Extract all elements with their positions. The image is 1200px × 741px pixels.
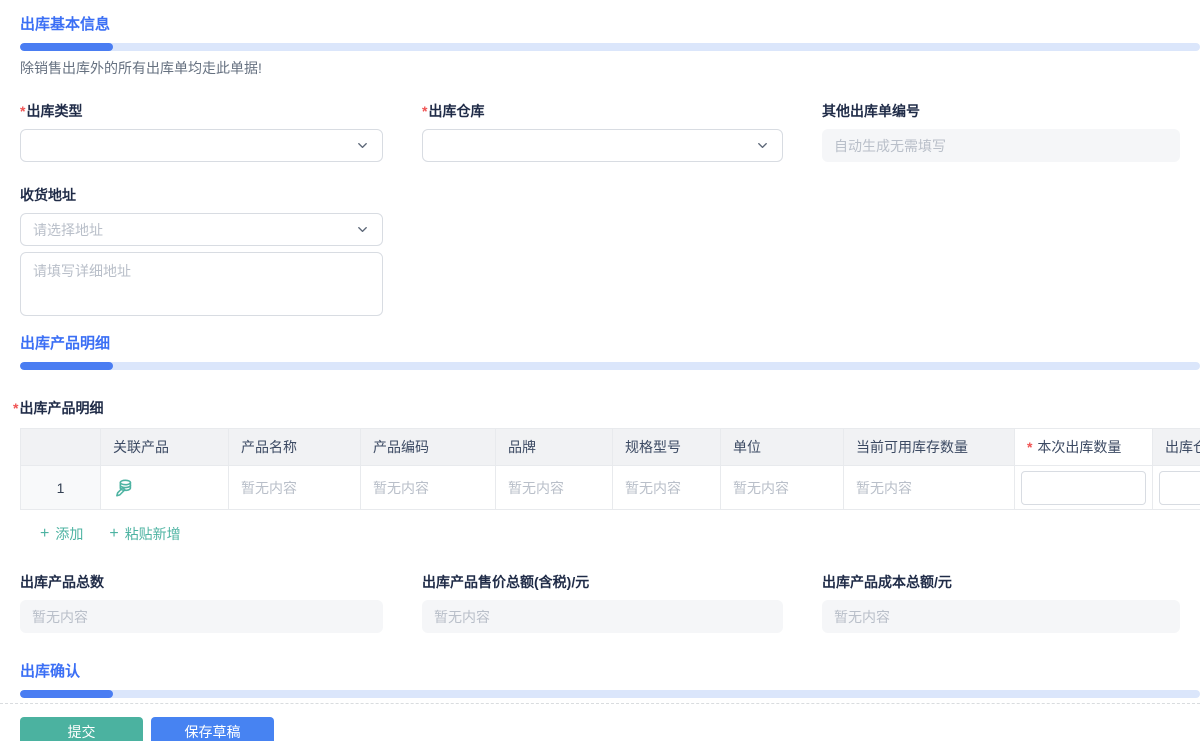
col-spec-model: 规格型号 — [612, 428, 721, 466]
col-outbound-bin: 出库仓位 — [1152, 428, 1200, 466]
outbound-type-select[interactable] — [20, 129, 383, 162]
spec-model-cell: 暂无内容 — [612, 465, 721, 510]
total-qty-label: 出库产品总数 — [20, 574, 104, 590]
unit-cell: 暂无内容 — [720, 465, 844, 510]
warehouse-select[interactable] — [422, 129, 783, 162]
required-asterisk: * — [422, 103, 428, 119]
warehouse-label: *出库仓库 — [422, 103, 485, 119]
total-price-input: 暂无内容 — [422, 600, 783, 633]
chevron-down-icon — [755, 138, 770, 153]
submit-button[interactable]: 提交 — [20, 717, 143, 741]
paste-add-button[interactable]: + 粘贴新增 — [109, 524, 180, 544]
detail-table-label: *出库产品明细 — [13, 400, 104, 416]
address-select-placeholder: 请选择地址 — [33, 221, 103, 238]
progress-fill — [20, 362, 113, 370]
product-detail-table: 关联产品 产品名称 产品编码 品牌 规格型号 单位 当前可用库存数量 * 本次出… — [20, 428, 1200, 510]
save-draft-button[interactable]: 保存草稿 — [151, 717, 274, 741]
outbound-qty-input[interactable] — [1021, 470, 1146, 505]
total-qty-input: 暂无内容 — [20, 600, 383, 633]
col-available-stock: 当前可用库存数量 — [843, 428, 1015, 466]
table-header-row: 关联产品 产品名称 产品编码 品牌 规格型号 单位 当前可用库存数量 * 本次出… — [20, 428, 1200, 466]
plus-icon: + — [109, 525, 119, 542]
col-linked-product: 关联产品 — [100, 428, 229, 466]
basic-hint-text: 除销售出库外的所有出库单均走此单据! — [20, 60, 262, 76]
required-asterisk: * — [1027, 439, 1033, 455]
chevron-down-icon — [355, 222, 370, 237]
product-code-cell: 暂无内容 — [360, 465, 496, 510]
total-price-label: 出库产品售价总额(含税)/元 — [422, 574, 590, 590]
footer-action-bar: 提交 保存草稿 — [0, 704, 1200, 741]
col-brand: 品牌 — [495, 428, 613, 466]
field-total-cost: 出库产品成本总额/元 暂无内容 — [822, 572, 1180, 633]
linked-product-cell — [100, 465, 229, 510]
section-title-confirm: 出库确认 — [20, 663, 81, 680]
table-row: 1 暂无内容 暂无内容 暂无内容 暂无内容 暂无内容 暂无内容 — [20, 465, 1200, 510]
section-progress-confirm — [20, 690, 1200, 698]
field-other-order-no: 其他出库单编号 自动生成无需填写 — [822, 101, 1180, 162]
field-outbound-type: *出库类型 — [20, 101, 383, 162]
address-label: 收货地址 — [20, 187, 76, 203]
field-address: 收货地址 请选择地址 请填写详细地址 — [20, 185, 383, 316]
progress-fill — [20, 43, 113, 51]
outbound-form-page: 出库基本信息 除销售出库外的所有出库单均走此单据! *出库类型 *出库仓库 其他… — [0, 0, 1200, 741]
address-detail-textarea[interactable]: 请填写详细地址 — [20, 252, 383, 316]
product-name-cell: 暂无内容 — [228, 465, 361, 510]
address-select[interactable]: 请选择地址 — [20, 213, 383, 246]
col-index — [20, 428, 101, 466]
section-progress-basic — [20, 43, 1200, 51]
other-order-no-label: 其他出库单编号 — [822, 103, 920, 119]
col-outbound-qty: * 本次出库数量 — [1014, 428, 1153, 466]
chevron-down-icon — [355, 138, 370, 153]
add-row-button[interactable]: + 添加 — [40, 524, 83, 544]
outbound-bin-input[interactable] — [1159, 470, 1200, 505]
available-stock-cell: 暂无内容 — [843, 465, 1015, 510]
brand-cell: 暂无内容 — [495, 465, 613, 510]
select-product-icon[interactable] — [113, 477, 135, 499]
row-index: 1 — [20, 465, 101, 510]
col-product-code: 产品编码 — [360, 428, 496, 466]
outbound-qty-cell — [1014, 465, 1153, 510]
col-product-name: 产品名称 — [228, 428, 361, 466]
section-title-basic: 出库基本信息 — [20, 16, 111, 33]
required-asterisk: * — [13, 400, 19, 416]
progress-fill — [20, 690, 113, 698]
field-total-price: 出库产品售价总额(含税)/元 暂无内容 — [422, 572, 783, 633]
col-unit: 单位 — [720, 428, 844, 466]
section-title-products: 出库产品明细 — [20, 335, 111, 352]
field-warehouse: *出库仓库 — [422, 101, 783, 162]
plus-icon: + — [40, 525, 50, 542]
total-cost-label: 出库产品成本总额/元 — [822, 574, 952, 590]
product-detail-table-wrap: 关联产品 产品名称 产品编码 品牌 规格型号 单位 当前可用库存数量 * 本次出… — [20, 428, 1200, 510]
field-total-qty: 出库产品总数 暂无内容 — [20, 572, 383, 633]
outbound-bin-cell — [1152, 465, 1200, 510]
outbound-type-label: *出库类型 — [20, 103, 83, 119]
section-progress-products — [20, 362, 1200, 370]
required-asterisk: * — [20, 103, 26, 119]
other-order-no-input: 自动生成无需填写 — [822, 129, 1180, 162]
total-cost-input: 暂无内容 — [822, 600, 1180, 633]
